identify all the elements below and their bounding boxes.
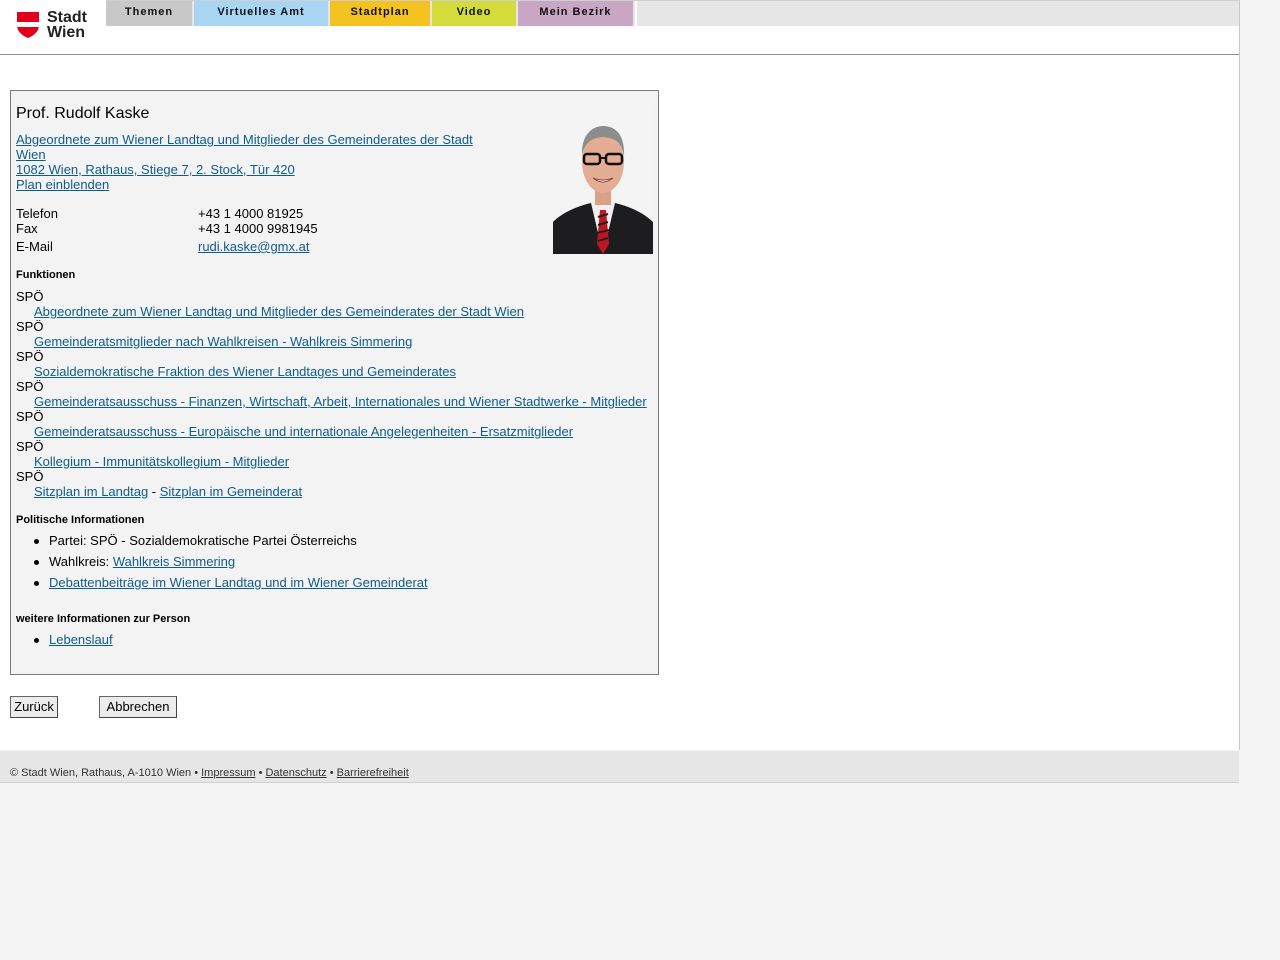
more-info-list: Lebenslauf xyxy=(16,632,113,653)
nav-divider xyxy=(635,1,637,26)
impressum-link[interactable]: Impressum xyxy=(201,767,255,779)
role-link-line1[interactable]: Abgeordnete zum Wiener Landtag und Mitgl… xyxy=(16,132,473,147)
copyright-text: © Stadt Wien, Rathaus, A-1010 Wien • xyxy=(10,767,202,779)
cv-link[interactable]: Lebenslauf xyxy=(49,632,113,647)
function-link[interactable]: Gemeinderatsmitglieder nach Wahlkreisen … xyxy=(34,334,412,349)
list-item: Debattenbeiträge im Wiener Landtag und i… xyxy=(16,575,428,596)
portrait-image xyxy=(553,104,653,254)
function-link[interactable]: Gemeinderatsausschuss - Finanzen, Wirtsc… xyxy=(34,394,647,409)
tab-mein-bezirk[interactable]: Mein Bezirk xyxy=(518,1,633,26)
tab-themen[interactable]: Themen xyxy=(106,1,192,26)
function-party: SPÖ xyxy=(16,409,44,424)
person-card: Prof. Rudolf Kaske Abgeordnete zum Wiene… xyxy=(10,90,659,675)
datenschutz-link[interactable]: Datenschutz xyxy=(265,767,326,779)
political-info-list: Partei: SPÖ - Sozialdemokratische Partei… xyxy=(16,533,428,596)
tab-video[interactable]: Video xyxy=(432,1,516,26)
portrait-photo xyxy=(553,104,653,254)
seat-plan-landtag-link[interactable]: Sitzplan im Landtag xyxy=(34,484,148,499)
cancel-button[interactable]: Abbrechen xyxy=(99,696,177,718)
role-link-line2[interactable]: Wien xyxy=(16,147,46,162)
seat-plan-links: Sitzplan im Landtag - Sitzplan im Gemein… xyxy=(34,484,302,499)
list-item: Lebenslauf xyxy=(16,632,113,653)
party-info: Partei: SPÖ - Sozialdemokratische Partei… xyxy=(49,533,357,548)
debates-link[interactable]: Debattenbeiträge im Wiener Landtag und i… xyxy=(49,575,428,590)
main-nav: Themen Virtuelles Amt Stadtplan Video Me… xyxy=(106,0,1239,26)
page-content: Stadt Wien Themen Virtuelles Amt Stadtpl… xyxy=(0,0,1240,750)
shield-icon xyxy=(17,12,39,38)
function-party: SPÖ xyxy=(16,469,44,484)
person-name: Prof. Rudolf Kaske xyxy=(16,105,150,122)
plan-link[interactable]: Plan einblenden xyxy=(16,177,109,192)
function-link[interactable]: Abgeordnete zum Wiener Landtag und Mitgl… xyxy=(34,304,524,319)
phone-label: Telefon xyxy=(16,206,58,221)
footer-text: © Stadt Wien, Rathaus, A-1010 Wien • Imp… xyxy=(10,767,409,779)
fax-value: +43 1 4000 9981945 xyxy=(198,221,318,236)
email-label: E-Mail xyxy=(16,239,53,254)
address-link[interactable]: 1082 Wien, Rathaus, Stiege 7, 2. Stock, … xyxy=(16,162,295,177)
footer-separator: • xyxy=(326,767,337,779)
seat-plan-separator: - xyxy=(148,484,160,499)
phone-value: +43 1 4000 81925 xyxy=(198,206,304,221)
more-info-heading: weitere Informationen zur Person xyxy=(16,613,191,625)
political-info-heading: Politische Informationen xyxy=(16,514,145,526)
tab-virtuelles-amt[interactable]: Virtuelles Amt xyxy=(194,1,328,26)
function-link[interactable]: Kollegium - Immunitätskollegium - Mitgli… xyxy=(34,454,289,469)
functions-heading: Funktionen xyxy=(16,269,76,281)
logo-text-line1: Stadt xyxy=(47,9,87,26)
function-link[interactable]: Gemeinderatsausschuss - Europäische und … xyxy=(34,424,573,439)
site-header: Stadt Wien Themen Virtuelles Amt Stadtpl… xyxy=(0,0,1239,55)
logo-text: Stadt Wien xyxy=(47,9,87,41)
footer-separator: • xyxy=(255,767,266,779)
function-party: SPÖ xyxy=(16,289,44,304)
function-party: SPÖ xyxy=(16,349,44,364)
site-footer: © Stadt Wien, Rathaus, A-1010 Wien • Imp… xyxy=(0,751,1239,783)
list-item: Partei: SPÖ - Sozialdemokratische Partei… xyxy=(16,533,428,554)
list-item: Wahlkreis: Wahlkreis Simmering xyxy=(16,554,428,575)
barrierefreiheit-link[interactable]: Barrierefreiheit xyxy=(337,767,409,779)
fax-label: Fax xyxy=(16,221,38,236)
function-party: SPÖ xyxy=(16,439,44,454)
back-button[interactable]: Zurück xyxy=(10,696,58,718)
function-party: SPÖ xyxy=(16,319,44,334)
wahlkreis-link[interactable]: Wahlkreis Simmering xyxy=(113,554,235,569)
function-link[interactable]: Sozialdemokratische Fraktion des Wiener … xyxy=(34,364,456,379)
wahlkreis-label: Wahlkreis: xyxy=(49,554,113,569)
logo-text-line2: Wien xyxy=(47,24,86,41)
function-party: SPÖ xyxy=(16,379,44,394)
tab-stadtplan[interactable]: Stadtplan xyxy=(330,1,430,26)
email-link[interactable]: rudi.kaske@gmx.at xyxy=(198,239,309,254)
stadt-wien-logo[interactable]: Stadt Wien xyxy=(16,10,96,42)
seat-plan-gemeinderat-link[interactable]: Sitzplan im Gemeinderat xyxy=(160,484,302,499)
